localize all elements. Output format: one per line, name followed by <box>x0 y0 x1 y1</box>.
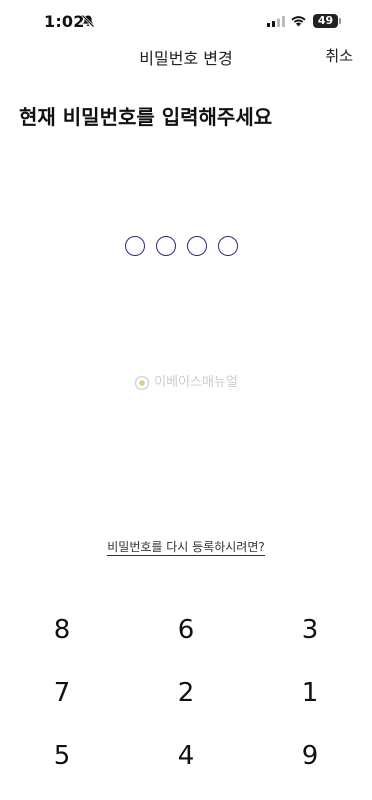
watermark-logo-icon <box>134 375 150 390</box>
key-2[interactable]: 2 <box>124 663 248 723</box>
bell-muted-icon <box>81 14 95 28</box>
status-bar: 1:02 49 <box>0 0 372 44</box>
pin-dot <box>187 236 207 256</box>
key-5[interactable]: 5 <box>0 726 124 786</box>
pin-dot <box>156 236 176 256</box>
battery-cap <box>339 18 341 24</box>
key-9[interactable]: 9 <box>248 726 372 786</box>
key-7[interactable]: 7 <box>0 663 124 723</box>
forgot-password-link[interactable]: 비밀번호를 다시 등록하시려면? <box>107 540 265 556</box>
key-8[interactable]: 8 <box>0 600 124 660</box>
wifi-icon <box>291 16 306 27</box>
prompt-heading: 현재 비밀번호를 입력해주세요 <box>19 105 273 129</box>
cellular-signal-icon <box>267 16 285 27</box>
key-4[interactable]: 4 <box>124 726 248 786</box>
page-title: 비밀번호 변경 <box>139 49 233 68</box>
watermark: 이베이스매뉴얼 <box>0 371 372 391</box>
watermark-text: 이베이스매뉴얼 <box>154 375 238 390</box>
key-3[interactable]: 3 <box>248 600 372 660</box>
key-6[interactable]: 6 <box>124 600 248 660</box>
status-time: 1:02 <box>44 12 85 31</box>
cancel-button[interactable]: 취소 <box>325 45 353 66</box>
pin-dot <box>218 236 238 256</box>
key-1[interactable]: 1 <box>248 663 372 723</box>
pin-dot <box>125 236 145 256</box>
forgot-password-link-row: 비밀번호를 다시 등록하시려면? <box>0 538 372 556</box>
battery-level: 49 <box>313 14 338 28</box>
pin-indicator <box>125 236 238 256</box>
